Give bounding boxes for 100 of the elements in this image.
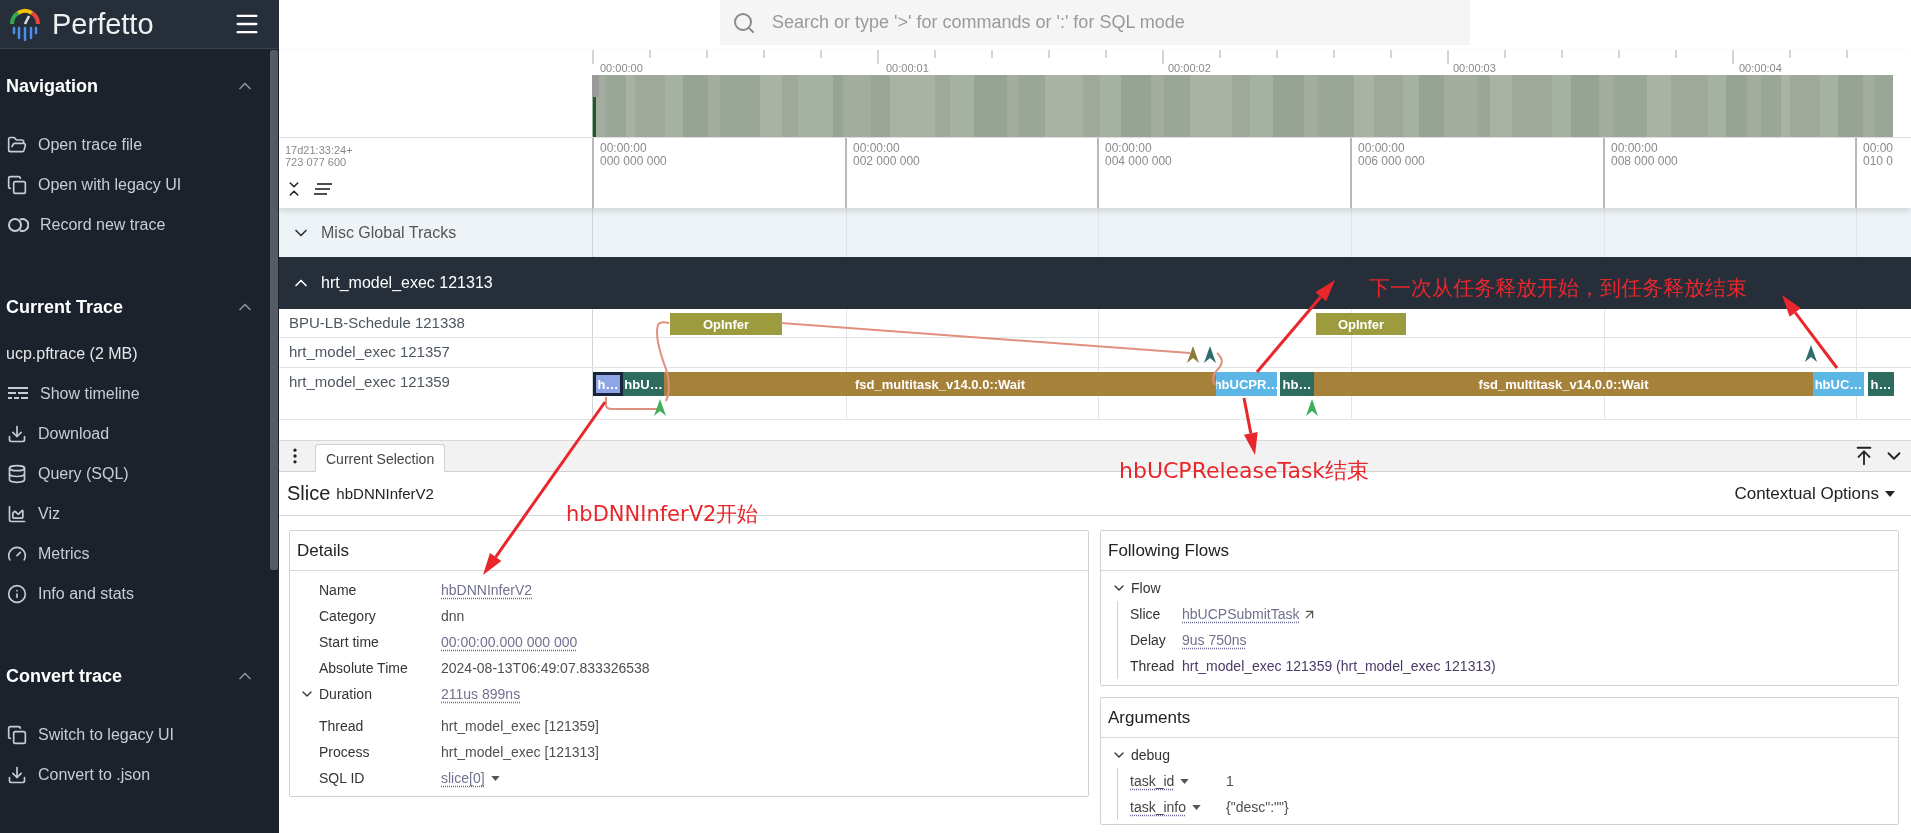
- card-title: Arguments: [1108, 707, 1191, 728]
- sidebar-item[interactable]: Open trace file: [0, 125, 279, 165]
- copy-icon: [7, 175, 27, 195]
- track-name: BPU-LB-Schedule 121338: [288, 313, 466, 333]
- download-icon: [7, 765, 27, 785]
- card-title: Details: [297, 540, 349, 561]
- copy-icon: [7, 725, 27, 745]
- group-label: Flow: [1131, 580, 1161, 596]
- section-title: Navigation: [6, 75, 98, 97]
- axis-time-label: 00:00: [1863, 142, 1894, 155]
- field-label: Category: [319, 608, 377, 624]
- field-label: Process: [319, 744, 371, 760]
- trace-slice[interactable]: h…: [1868, 372, 1894, 396]
- axis-ns-label: 006 000 000: [1358, 155, 1425, 168]
- record-icon: [7, 217, 29, 233]
- overview-tick-label: 00:00:03: [1453, 62, 1496, 74]
- argument-value: {"desc":""}: [1226, 799, 1289, 815]
- trace-slice[interactable]: hb…: [1280, 372, 1314, 396]
- section-title: Current Trace: [6, 296, 124, 318]
- selection-kind: Slice: [287, 482, 331, 505]
- trace-slice[interactable]: fsd_multitask_v14.0.0::Wait: [1314, 372, 1813, 396]
- card-title: Following Flows: [1108, 540, 1229, 561]
- trace-slice[interactable]: hbU…: [623, 372, 664, 396]
- annotation-text: 下一次从任务释放开始，到任务释放结束: [1369, 275, 1747, 302]
- arrowhead-icon[interactable]: [1306, 399, 1318, 416]
- sidebar-item[interactable]: Switch to legacy UI: [0, 715, 279, 755]
- arrowhead-icon[interactable]: [1805, 345, 1817, 362]
- field-value: 2024-08-13T06:49:07.833326538: [441, 660, 650, 676]
- track-group-title[interactable]: hrt_model_exec 121313: [321, 274, 493, 292]
- sidebar-item[interactable]: Record new trace: [0, 205, 279, 245]
- logo-icon: [8, 7, 42, 41]
- download-icon: [7, 424, 27, 444]
- argument-key[interactable]: task_info: [1130, 799, 1202, 815]
- track-group-title[interactable]: Misc Global Tracks: [321, 223, 457, 242]
- annotation-text: hbDNNInferV2开始: [566, 501, 759, 528]
- field-label: Thread: [319, 718, 365, 734]
- field-label: Start time: [319, 634, 380, 650]
- search-icon: [732, 10, 756, 35]
- gauge-icon: [7, 544, 27, 564]
- axis-ns-label: 000 000 000: [600, 155, 667, 168]
- axis-time-label: 00:00:00: [1611, 142, 1659, 155]
- axis-ns-label: 008 000 000: [1611, 155, 1678, 168]
- area-chart-icon: [7, 504, 27, 524]
- section-title: Convert trace: [6, 665, 123, 687]
- selection-name: hbDNNInferV2: [336, 485, 435, 502]
- value-link[interactable]: hbUCPSubmitTask: [1182, 606, 1317, 622]
- arrowhead-icon[interactable]: [1204, 346, 1216, 363]
- arrowhead-icon[interactable]: [1187, 346, 1199, 363]
- axis-ns-label: 004 000 000: [1105, 155, 1172, 168]
- field-value: hrt_model_exec [121359]: [441, 718, 599, 734]
- sidebar-item[interactable]: Query (SQL): [0, 454, 279, 494]
- folder-icon: [7, 135, 27, 155]
- value-link[interactable]: 00:00:00.000 000 000: [441, 634, 578, 650]
- sidebar-item[interactable]: Download: [0, 414, 279, 454]
- field-label: Thread: [1130, 658, 1176, 674]
- sort-icon[interactable]: [313, 182, 333, 196]
- arrowhead-icon[interactable]: [654, 399, 666, 416]
- sidebar-item[interactable]: Convert to .json: [0, 755, 279, 795]
- overview-tick-label: 00:00:01: [886, 62, 929, 74]
- field-value: hrt_model_exec [121313]: [441, 744, 599, 760]
- axis-time-label: 00:00:00: [1358, 142, 1406, 155]
- field-label: SQL ID: [319, 770, 366, 786]
- field-label: Duration: [319, 686, 373, 702]
- caret-icon: [490, 775, 500, 781]
- value-link[interactable]: slice[0]: [441, 770, 500, 786]
- field-value: dnn: [441, 608, 465, 624]
- sidebar-item[interactable]: Info and stats: [0, 574, 279, 614]
- field-value: hrt_model_exec 121359 (hrt_model_exec 121313): [1182, 658, 1496, 674]
- argument-key[interactable]: task_id: [1130, 773, 1190, 789]
- timeline-icon: [7, 386, 29, 402]
- axis-time-label: 00:00:00: [1105, 142, 1153, 155]
- axis-time-label: 00:00:00: [600, 142, 648, 155]
- caret-icon: [1192, 804, 1202, 810]
- field-label: Absolute Time: [319, 660, 409, 676]
- value-link[interactable]: 9us 750ns: [1182, 632, 1247, 648]
- axis-time-label: 00:00:00: [853, 142, 901, 155]
- scrollbar[interactable]: [270, 50, 278, 570]
- sidebar-item[interactable]: Viz: [0, 494, 279, 534]
- axis-ns-label: 010 0: [1863, 155, 1894, 168]
- contextual-options-button[interactable]: Contextual Options: [1728, 482, 1901, 505]
- app-title: Perfetto: [52, 7, 155, 41]
- caret-icon: [1885, 490, 1895, 497]
- annotation-arrow: [1242, 397, 1258, 455]
- sidebar-item[interactable]: Open with legacy UI: [0, 165, 279, 205]
- axis-ns-label: 002 000 000: [853, 155, 920, 168]
- field-label: Name: [319, 582, 358, 598]
- panel-tab[interactable]: Current Selection: [315, 444, 446, 472]
- info-icon: [7, 584, 27, 604]
- value-link[interactable]: 211us 899ns: [441, 686, 521, 702]
- argument-value: 1: [1226, 773, 1234, 789]
- trace-file-name: ucp.pftrace (2 MB): [5, 344, 139, 364]
- overview-tick-label: 00:00:02: [1168, 62, 1211, 74]
- trace-slice[interactable]: fsd_multitask_v14.0.0::Wait: [664, 372, 1216, 396]
- value-link[interactable]: hbDNNInferV2: [441, 582, 533, 598]
- sidebar-item[interactable]: Metrics: [0, 534, 279, 574]
- field-label: Slice: [1130, 606, 1162, 622]
- overview-tick-label: 00:00:04: [1739, 62, 1782, 74]
- time-offset: 17d21:33:24+ 723 077 600: [285, 144, 354, 168]
- sidebar-item[interactable]: Show timeline: [0, 374, 279, 414]
- caret-icon: [1180, 778, 1190, 784]
